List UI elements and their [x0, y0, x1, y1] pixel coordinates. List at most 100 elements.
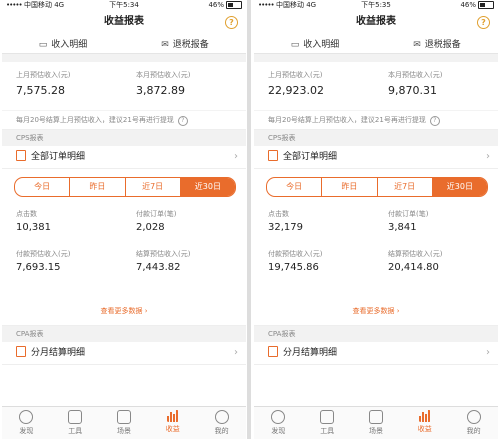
clicks-value: 10,381 [16, 222, 51, 233]
earnings-chart-icon [166, 410, 178, 422]
clicks-stat: 点击数 32,179 [268, 209, 303, 233]
tab-income-detail[interactable]: ▭ 收入明细 [2, 37, 124, 50]
last-month-label: 上月预估收入(元) [268, 71, 323, 79]
monthly-settlement-label: 分月结算明细 [31, 348, 86, 358]
income-summary: 上月预估收入(元) 7,575.28 本月预估收入(元) 3,872.89 [2, 62, 246, 110]
date-range-segment: 今日 昨日 近7日 近30日 [266, 177, 488, 197]
segment-yesterday[interactable]: 昨日 [70, 178, 126, 196]
help-circle-icon[interactable]: ? [225, 16, 238, 29]
help-circle-icon[interactable]: ? [177, 116, 188, 126]
cps-section-title: CPS报表 [254, 130, 498, 146]
view-more-link[interactable]: 查看更多数据 › [2, 297, 246, 326]
last-month-income: 上月预估收入(元) 7,575.28 [16, 70, 70, 97]
document-icon [16, 150, 26, 161]
top-tabs: ▭ 收入明细 ✉ 退税报备 [254, 33, 498, 54]
clicks-label: 点击数 [16, 210, 37, 218]
battery-percent: 46% [208, 1, 224, 9]
settlement-hint: 每月20号结算上月预估收入，建议21号再进行提现? [254, 110, 498, 130]
top-tabs: ▭ 收入明细 ✉ 退税报备 [2, 33, 246, 54]
chevron-right-icon: › [234, 151, 238, 162]
phone-screen-1: ••••• 中国移动 4G 下午5:34 46% 收益报表 ? ▭ 收入明细 ✉ 退… [2, 0, 246, 439]
tabbar-discover[interactable]: 发现 [2, 407, 51, 439]
this-month-value: 3,872.89 [136, 84, 185, 97]
tabbar-earnings[interactable]: 收益 [148, 407, 197, 439]
scenes-icon [368, 410, 383, 424]
tab-tax-report[interactable]: ✉ 退税报备 [376, 37, 498, 50]
segment-today[interactable]: 今日 [15, 178, 71, 196]
all-orders-label: 全部订单明细 [31, 152, 86, 162]
tabbar-label: 场景 [368, 427, 383, 435]
chevron-right-icon: › [396, 307, 400, 315]
segment-30days[interactable]: 近30日 [432, 178, 487, 196]
document-icon [268, 150, 278, 161]
help-circle-icon[interactable]: ? [477, 16, 490, 29]
tools-icon [320, 410, 335, 424]
chevron-right-icon: › [486, 151, 490, 162]
segment-30days[interactable]: 近30日 [180, 178, 235, 196]
paid-estimate-label: 付款预估收入(元) [16, 250, 71, 258]
tab-income-detail[interactable]: ▭ 收入明细 [254, 37, 376, 50]
this-month-value: 9,870.31 [388, 84, 437, 97]
this-month-income: 本月预估收入(元) 9,870.31 [388, 70, 442, 97]
all-orders-link[interactable]: 全部订单明细 › [254, 146, 498, 169]
cps-section-title: CPS报表 [2, 130, 246, 146]
all-orders-link[interactable]: 全部订单明细 › [2, 146, 246, 169]
cps-stats: 点击数 10,381 付款订单(笔) 2,028 付款预估收入(元) 7,693… [2, 197, 246, 297]
tabbar-scenes[interactable]: 场景 [352, 407, 401, 439]
bottom-tab-bar: 发现 工具 场景 收益 我的 [254, 406, 498, 439]
wallet-icon: ▭ [290, 39, 300, 50]
tabbar-label: 发现 [271, 427, 286, 435]
paid-orders-value: 2,028 [136, 222, 165, 233]
tab-tax-report[interactable]: ✉ 退税报备 [124, 37, 246, 50]
date-range-segment: 今日 昨日 近7日 近30日 [14, 177, 236, 197]
cpa-section-title: CPA报表 [254, 326, 498, 342]
view-more-label: 查看更多数据 [352, 307, 395, 315]
segment-today[interactable]: 今日 [267, 178, 323, 196]
nav-bar: 收益报表 ? [254, 11, 498, 33]
tab-label: 退税报备 [172, 39, 209, 50]
tabbar-label: 我的 [214, 427, 229, 435]
tabbar-earnings[interactable]: 收益 [400, 407, 449, 439]
paid-orders-stat: 付款订单(笔) 3,841 [388, 209, 428, 233]
settle-estimate-label: 结算预估收入(元) [388, 250, 443, 258]
tabbar-label: 工具 [68, 427, 83, 435]
monthly-settlement-link[interactable]: 分月结算明细 › [2, 342, 246, 365]
view-more-label: 查看更多数据 [100, 307, 143, 315]
tab-label: 退税报备 [424, 39, 461, 50]
segment-7days[interactable]: 近7日 [126, 178, 181, 196]
settle-estimate-label: 结算预估收入(元) [136, 250, 191, 258]
cps-stats: 点击数 32,179 付款订单(笔) 3,841 付款预估收入(元) 19,74… [254, 197, 498, 297]
segment-yesterday[interactable]: 昨日 [322, 178, 378, 196]
settle-estimate-value: 7,443.82 [136, 262, 181, 273]
paid-orders-value: 3,841 [388, 222, 417, 233]
hint-text: 每月20号结算上月预估收入，建议21号再进行提现 [268, 116, 426, 124]
view-more-link[interactable]: 查看更多数据 › [254, 297, 498, 326]
monthly-settlement-link[interactable]: 分月结算明细 › [254, 342, 498, 365]
tab-label: 收入明细 [303, 39, 340, 50]
tabbar-label: 工具 [320, 427, 335, 435]
paid-orders-label: 付款订单(笔) [388, 210, 429, 218]
cpa-section-title: CPA报表 [2, 326, 246, 342]
paid-estimate-stat: 付款预估收入(元) 19,745.86 [268, 249, 322, 273]
status-bar: ••••• 中国移动 4G 下午5:34 46% [2, 0, 246, 11]
help-circle-icon[interactable]: ? [429, 116, 440, 126]
tabbar-tools[interactable]: 工具 [51, 407, 100, 439]
tabbar-mine[interactable]: 我的 [197, 407, 246, 439]
this-month-label: 本月预估收入(元) [388, 71, 443, 79]
tabbar-mine[interactable]: 我的 [449, 407, 498, 439]
segment-7days[interactable]: 近7日 [378, 178, 433, 196]
chevron-right-icon: › [486, 347, 490, 358]
settle-estimate-value: 20,414.80 [388, 262, 439, 273]
discover-icon [271, 410, 286, 424]
tabbar-tools[interactable]: 工具 [303, 407, 352, 439]
page-title: 收益报表 [356, 16, 396, 27]
settle-estimate-stat: 结算预估收入(元) 20,414.80 [388, 249, 442, 273]
battery-percent: 46% [460, 1, 476, 9]
calendar-icon [268, 346, 278, 357]
tabbar-scenes[interactable]: 场景 [100, 407, 149, 439]
phone-screen-2: ••••• 中国移动 4G 下午5:35 46% 收益报表 ? ▭ 收入明细 ✉ 退… [254, 0, 498, 439]
last-month-label: 上月预估收入(元) [16, 71, 71, 79]
all-orders-label: 全部订单明细 [283, 152, 338, 162]
tabbar-discover[interactable]: 发现 [254, 407, 303, 439]
calendar-icon [16, 346, 26, 357]
